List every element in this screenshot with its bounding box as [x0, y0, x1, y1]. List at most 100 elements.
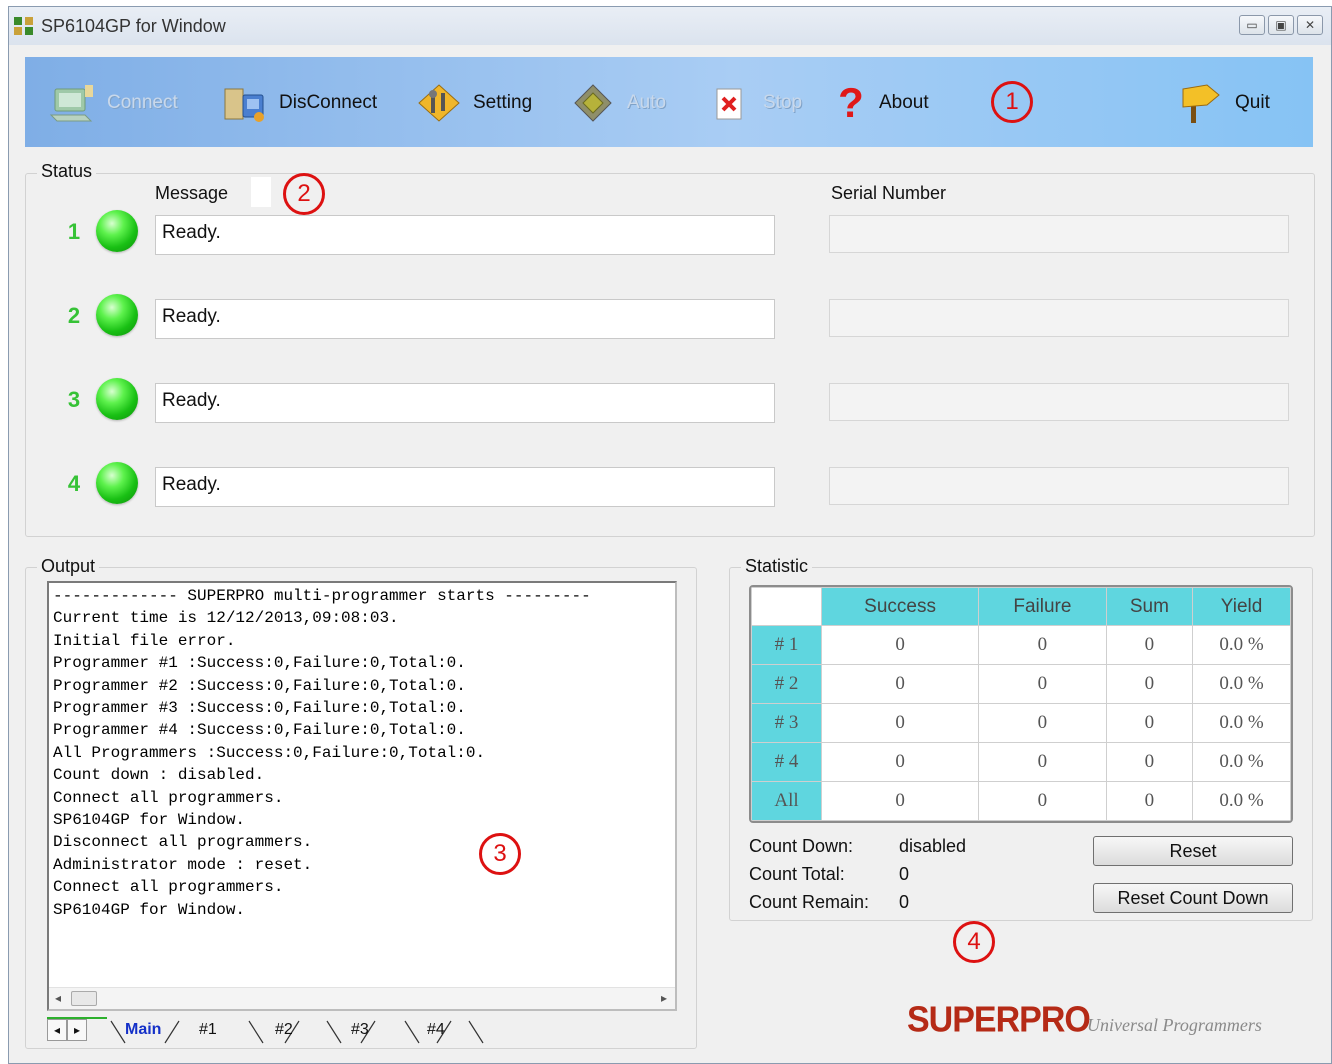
row-number-3: 3	[67, 387, 81, 412]
column-header-sum: Sum	[1105, 587, 1194, 626]
window-title: SP6104GP for Window	[41, 16, 226, 36]
sum-cell: 0	[1105, 664, 1194, 704]
close-button[interactable]: ✕	[1297, 15, 1323, 35]
serial-field-1	[829, 215, 1289, 253]
failure-cell: 0	[978, 625, 1107, 665]
statistic-title: Statistic	[741, 556, 813, 577]
setting-label: Setting	[473, 92, 533, 113]
message-field-1: Ready.	[155, 215, 775, 255]
reset-count-down-button[interactable]: Reset Count Down	[1093, 883, 1293, 913]
about-button[interactable]: ? About	[833, 79, 929, 127]
output-title: Output	[37, 556, 100, 577]
column-header-failure: Failure	[978, 587, 1107, 626]
minimize-button[interactable]: ▭	[1239, 15, 1265, 35]
connect-icon	[49, 85, 93, 122]
count-total-value: 0	[899, 864, 910, 884]
statistic-header-row: Success Failure Sum Yield	[751, 587, 1291, 626]
statistic-table: Success Failure Sum Yield # 1 0 0 0 0.0 …	[749, 585, 1293, 823]
sum-cell: 0	[1105, 781, 1194, 821]
about-label: About	[879, 92, 929, 113]
superpro-logo: SUPERPRO	[907, 1000, 1091, 1040]
row-header: # 1	[751, 625, 822, 665]
success-cell: 0	[820, 742, 980, 782]
quit-button[interactable]: Quit	[1177, 79, 1270, 127]
message-field-2: Ready.	[155, 299, 775, 339]
count-remain-value: 0	[899, 892, 910, 912]
scroll-thumb[interactable]	[71, 991, 97, 1006]
connect-label: Connect	[107, 92, 178, 113]
success-cell: 0	[820, 781, 980, 821]
serial-field-4	[829, 467, 1289, 505]
window-controls: ▭ ▣ ✕	[1239, 15, 1323, 35]
output-line: All Programmers :Success:0,Failure:0,Tot…	[53, 743, 486, 762]
setting-button[interactable]: Setting	[415, 79, 532, 127]
output-horizontal-scrollbar[interactable]: ◂ ▸	[49, 987, 675, 1009]
tab-next-icon[interactable]: ▸	[67, 1019, 87, 1041]
output-log[interactable]: ------------- SUPERPRO multi-programmer …	[47, 581, 677, 1011]
success-cell: 0	[820, 703, 980, 743]
sum-cell: 0	[1105, 742, 1194, 782]
tab-4[interactable]: #4	[427, 1021, 445, 1039]
tab-2[interactable]: #2	[275, 1021, 293, 1039]
auto-button[interactable]: Auto	[569, 79, 666, 127]
sum-cell: 0	[1105, 625, 1194, 665]
output-line: Programmer #4 :Success:0,Failure:0,Total…	[53, 721, 466, 740]
title-bar: SP6104GP for Window ▭ ▣ ✕	[9, 7, 1331, 45]
output-line: Connect all programmers.	[53, 878, 284, 897]
output-line: Programmer #1 :Success:0,Failure:0,Total…	[53, 654, 466, 673]
output-line: SP6104GP for Window.	[53, 811, 246, 830]
stop-label: Stop	[763, 92, 803, 113]
callout-1: 1	[991, 81, 1033, 123]
disconnect-button[interactable]: DisConnect	[221, 79, 377, 127]
maximize-button[interactable]: ▣	[1268, 15, 1294, 35]
status-led-2	[96, 294, 138, 336]
yield-cell: 0.0 %	[1192, 664, 1291, 704]
table-corner	[751, 587, 822, 626]
message-indicator	[251, 177, 271, 207]
failure-cell: 0	[978, 742, 1107, 782]
stop-button[interactable]: Stop	[705, 79, 802, 127]
main-window: SP6104GP for Window ▭ ▣ ✕ Connect DisCon…	[8, 6, 1332, 1064]
auto-label: Auto	[627, 92, 667, 113]
row-number-2: 2	[67, 303, 81, 328]
question-icon: ?	[838, 79, 864, 126]
table-row: # 3 0 0 0 0.0 %	[751, 703, 1291, 743]
column-header-yield: Yield	[1192, 587, 1291, 626]
tab-3[interactable]: #3	[351, 1021, 369, 1039]
output-line: SP6104GP for Window.	[53, 900, 246, 919]
output-line: Programmer #2 :Success:0,Failure:0,Total…	[53, 676, 466, 695]
sum-cell: 0	[1105, 703, 1194, 743]
table-row: All 0 0 0 0.0 %	[751, 781, 1291, 821]
status-led-4	[96, 462, 138, 504]
status-led-1	[96, 210, 138, 252]
status-led-3	[96, 378, 138, 420]
scroll-right-icon[interactable]: ▸	[661, 991, 667, 1005]
disconnect-label: DisConnect	[279, 92, 378, 113]
callout-4: 4	[953, 921, 995, 963]
count-down-label: Count Down:	[749, 836, 854, 856]
tab-scroll-buttons: ◂ ▸	[47, 1019, 87, 1041]
row-header: # 3	[751, 703, 822, 743]
callout-2: 2	[283, 173, 325, 215]
brand-tagline: Universal Programmers	[1087, 1015, 1262, 1035]
row-header: # 2	[751, 664, 822, 704]
output-line: Connect all programmers.	[53, 788, 284, 807]
table-row: # 2 0 0 0 0.0 %	[751, 664, 1291, 704]
row-number-4: 4	[67, 471, 81, 496]
tab-main[interactable]: Main	[125, 1021, 161, 1039]
yield-cell: 0.0 %	[1192, 781, 1291, 821]
scroll-left-icon[interactable]: ◂	[55, 991, 61, 1005]
table-row: # 1 0 0 0 0.0 %	[751, 625, 1291, 665]
count-total-label: Count Total:	[749, 864, 845, 884]
setting-icon	[418, 84, 460, 122]
reset-button[interactable]: Reset	[1093, 836, 1293, 866]
app-icon	[14, 17, 33, 35]
output-tabs: ◂ ▸ Main #1 #2 #3 #4	[47, 1013, 507, 1045]
output-line: Initial file error.	[53, 631, 236, 650]
success-cell: 0	[820, 664, 980, 704]
tab-prev-icon[interactable]: ◂	[47, 1019, 67, 1041]
row-header: All	[751, 781, 822, 821]
tab-1[interactable]: #1	[199, 1021, 217, 1039]
row-number-1: 1	[67, 219, 81, 244]
connect-button[interactable]: Connect	[49, 79, 178, 127]
